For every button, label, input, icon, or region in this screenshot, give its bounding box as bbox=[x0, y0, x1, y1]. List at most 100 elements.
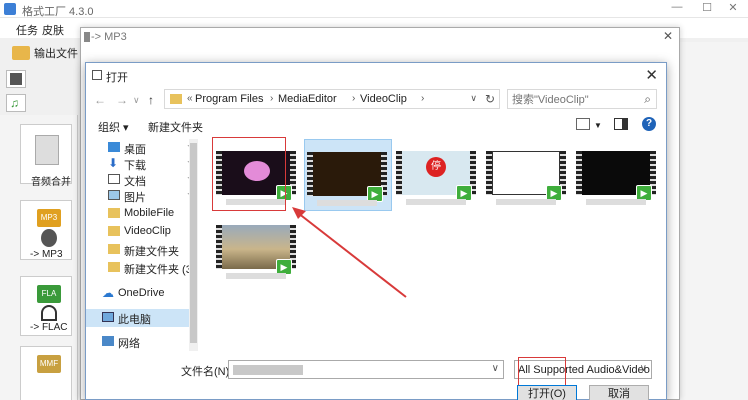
format-item-mmf[interactable]: MMF bbox=[20, 346, 72, 400]
nav-label: VideoClip bbox=[124, 225, 171, 237]
open-file-dialog: 打开 ✕ ← → ∨ ↑ « Program Files › MediaEdit… bbox=[85, 62, 667, 400]
organize-button[interactable]: 组织 ▾ bbox=[98, 119, 129, 135]
computer-icon bbox=[102, 312, 114, 322]
nav-item-mobilefile[interactable]: MobileFile bbox=[86, 205, 198, 221]
file-name-blurred bbox=[586, 199, 646, 205]
screen: 格式工厂 4.3.0 — ☐ ✕ 任务 皮肤 输出文件 ♫ 音频合并 MP3 -… bbox=[0, 0, 748, 400]
up-icon[interactable]: ↑ bbox=[148, 93, 154, 107]
search-icon[interactable]: ⌕ bbox=[644, 92, 651, 107]
menu-skin[interactable]: 皮肤 bbox=[42, 22, 64, 38]
merge-icon bbox=[35, 135, 59, 165]
help-icon[interactable]: ? bbox=[642, 117, 656, 131]
mp3-dialog-title: -> MP3 bbox=[91, 31, 127, 43]
view-dropdown-icon[interactable]: ▼ bbox=[594, 121, 602, 130]
file-tile[interactable]: ▶ bbox=[574, 139, 662, 211]
breadcrumb-prefix[interactable]: « bbox=[187, 93, 193, 104]
app-title: 格式工厂 4.3.0 bbox=[22, 6, 94, 18]
folder-icon bbox=[108, 208, 120, 218]
open-dialog-titlebar: 打开 ✕ bbox=[86, 63, 666, 87]
search-input[interactable] bbox=[512, 92, 632, 107]
file-tile[interactable]: 停 ▶ bbox=[394, 139, 482, 211]
navigation-pane: 桌面 ✦ ⬇ 下载 ✦ 文档 ✦ 图片 ✦ MobileFile bbox=[86, 139, 198, 351]
back-icon[interactable]: ← bbox=[94, 93, 106, 107]
file-type-dropdown-icon[interactable]: ∨ bbox=[640, 363, 647, 374]
nav-item-documents[interactable]: 文档 ✦ bbox=[86, 171, 198, 188]
annotation-highlight-box bbox=[212, 137, 286, 211]
file-tile[interactable]: ▶ bbox=[484, 139, 572, 211]
mmf-icon: MMF bbox=[37, 355, 61, 373]
breadcrumb-separator[interactable]: › bbox=[270, 93, 273, 104]
filename-blurred bbox=[233, 365, 303, 375]
recent-dropdown-icon[interactable]: ∨ bbox=[133, 95, 140, 106]
film-icon bbox=[10, 73, 22, 85]
close-icon[interactable]: ✕ bbox=[718, 1, 748, 14]
file-tile-selected[interactable]: ▶ bbox=[304, 139, 392, 211]
breadcrumb-separator[interactable]: › bbox=[421, 93, 424, 104]
nav-item-downloads[interactable]: ⬇ 下载 ✦ bbox=[86, 155, 198, 172]
desktop-icon bbox=[108, 142, 120, 152]
new-folder-button[interactable]: 新建文件夹 bbox=[148, 119, 203, 135]
mp3-dialog-close-icon[interactable]: ✕ bbox=[663, 29, 673, 43]
format-label-merge: 音频合并 bbox=[31, 177, 71, 188]
file-name-blurred bbox=[226, 273, 286, 279]
button-row: 打开(O) 取消 bbox=[86, 385, 666, 400]
headphones-icon bbox=[41, 305, 57, 321]
file-name-blurred bbox=[317, 200, 377, 206]
nav-item-new-folder[interactable]: 新建文件夹 bbox=[86, 241, 198, 258]
nav-item-network[interactable]: 网络 bbox=[86, 333, 198, 350]
flac-icon: FLA bbox=[37, 285, 61, 303]
filename-label: 文件名(N): bbox=[181, 366, 233, 378]
output-folder-label: 输出文件 bbox=[34, 48, 78, 60]
folder-icon bbox=[12, 46, 30, 60]
nav-label: 网络 bbox=[118, 338, 140, 350]
nav-label: 新建文件夹 (3) bbox=[124, 264, 196, 276]
speaker-icon bbox=[41, 229, 57, 247]
nav-item-pictures[interactable]: 图片 ✦ bbox=[86, 187, 198, 204]
file-list: ▶ ▶ 停 ▶ ▶ ▶ ▶ bbox=[206, 137, 666, 351]
command-bar: 组织 ▾ 新建文件夹 ▼ ? bbox=[86, 115, 666, 137]
breadcrumb-videoclip[interactable]: VideoClip bbox=[360, 93, 407, 105]
filename-row: 文件名(N): ∨ All Supported Audio&Video ∨ bbox=[86, 357, 666, 400]
menu-task[interactable]: 任务 bbox=[16, 22, 38, 38]
nav-item-desktop[interactable]: 桌面 ✦ bbox=[86, 139, 198, 156]
refresh-icon[interactable]: ↻ bbox=[485, 92, 495, 106]
nav-item-this-pc[interactable]: 此电脑 bbox=[86, 309, 198, 327]
dialog-icon bbox=[84, 32, 90, 42]
dialog-window-icon bbox=[92, 70, 102, 80]
nav-label: MobileFile bbox=[124, 207, 175, 219]
minimize-icon[interactable]: — bbox=[662, 1, 692, 13]
nav-item-onedrive[interactable]: ☁ OneDrive bbox=[86, 285, 198, 301]
breadcrumb-program-files[interactable]: Program Files bbox=[195, 93, 263, 105]
nav-item-new-folder-3[interactable]: 新建文件夹 (3) bbox=[86, 259, 198, 276]
audio-category-tab[interactable]: ♫ bbox=[6, 94, 26, 112]
nav-item-videoclip[interactable]: VideoClip bbox=[86, 223, 198, 239]
file-tile[interactable]: ▶ bbox=[214, 213, 302, 285]
nav-label: 此电脑 bbox=[118, 314, 151, 326]
search-box[interactable]: ⌕ bbox=[507, 89, 657, 109]
breadcrumb-mediaeditor[interactable]: MediaEditor bbox=[278, 93, 337, 105]
breadcrumb-separator[interactable]: › bbox=[352, 93, 355, 104]
forward-icon[interactable]: → bbox=[116, 93, 128, 107]
nav-scrollbar[interactable] bbox=[189, 139, 198, 351]
picture-icon bbox=[108, 190, 120, 200]
open-button[interactable]: 打开(O) bbox=[517, 385, 577, 400]
filename-input[interactable]: ∨ bbox=[228, 360, 504, 379]
mp3-icon: MP3 bbox=[37, 209, 61, 227]
address-bar[interactable]: « Program Files › MediaEditor › VideoCli… bbox=[164, 89, 500, 109]
open-dialog-close-icon[interactable]: ✕ bbox=[645, 66, 658, 84]
file-name-blurred bbox=[496, 199, 556, 205]
nav-scrollbar-thumb[interactable] bbox=[190, 143, 197, 343]
address-dropdown-icon[interactable]: ∨ bbox=[470, 93, 477, 104]
cancel-button[interactable]: 取消 bbox=[589, 385, 649, 400]
download-icon: ⬇ bbox=[108, 156, 119, 170]
video-category-tab[interactable] bbox=[6, 70, 26, 88]
open-dialog-title: 打开 bbox=[106, 72, 128, 84]
view-options-icon[interactable] bbox=[576, 118, 590, 130]
folder-icon bbox=[170, 94, 182, 104]
address-row: ← → ∨ ↑ « Program Files › MediaEditor › … bbox=[86, 89, 666, 113]
file-name-blurred bbox=[406, 199, 466, 205]
output-folder-button[interactable]: 输出文件 bbox=[12, 42, 78, 64]
folder-icon bbox=[108, 226, 120, 236]
filename-dropdown-icon[interactable]: ∨ bbox=[492, 363, 499, 374]
preview-pane-icon[interactable] bbox=[614, 118, 628, 130]
